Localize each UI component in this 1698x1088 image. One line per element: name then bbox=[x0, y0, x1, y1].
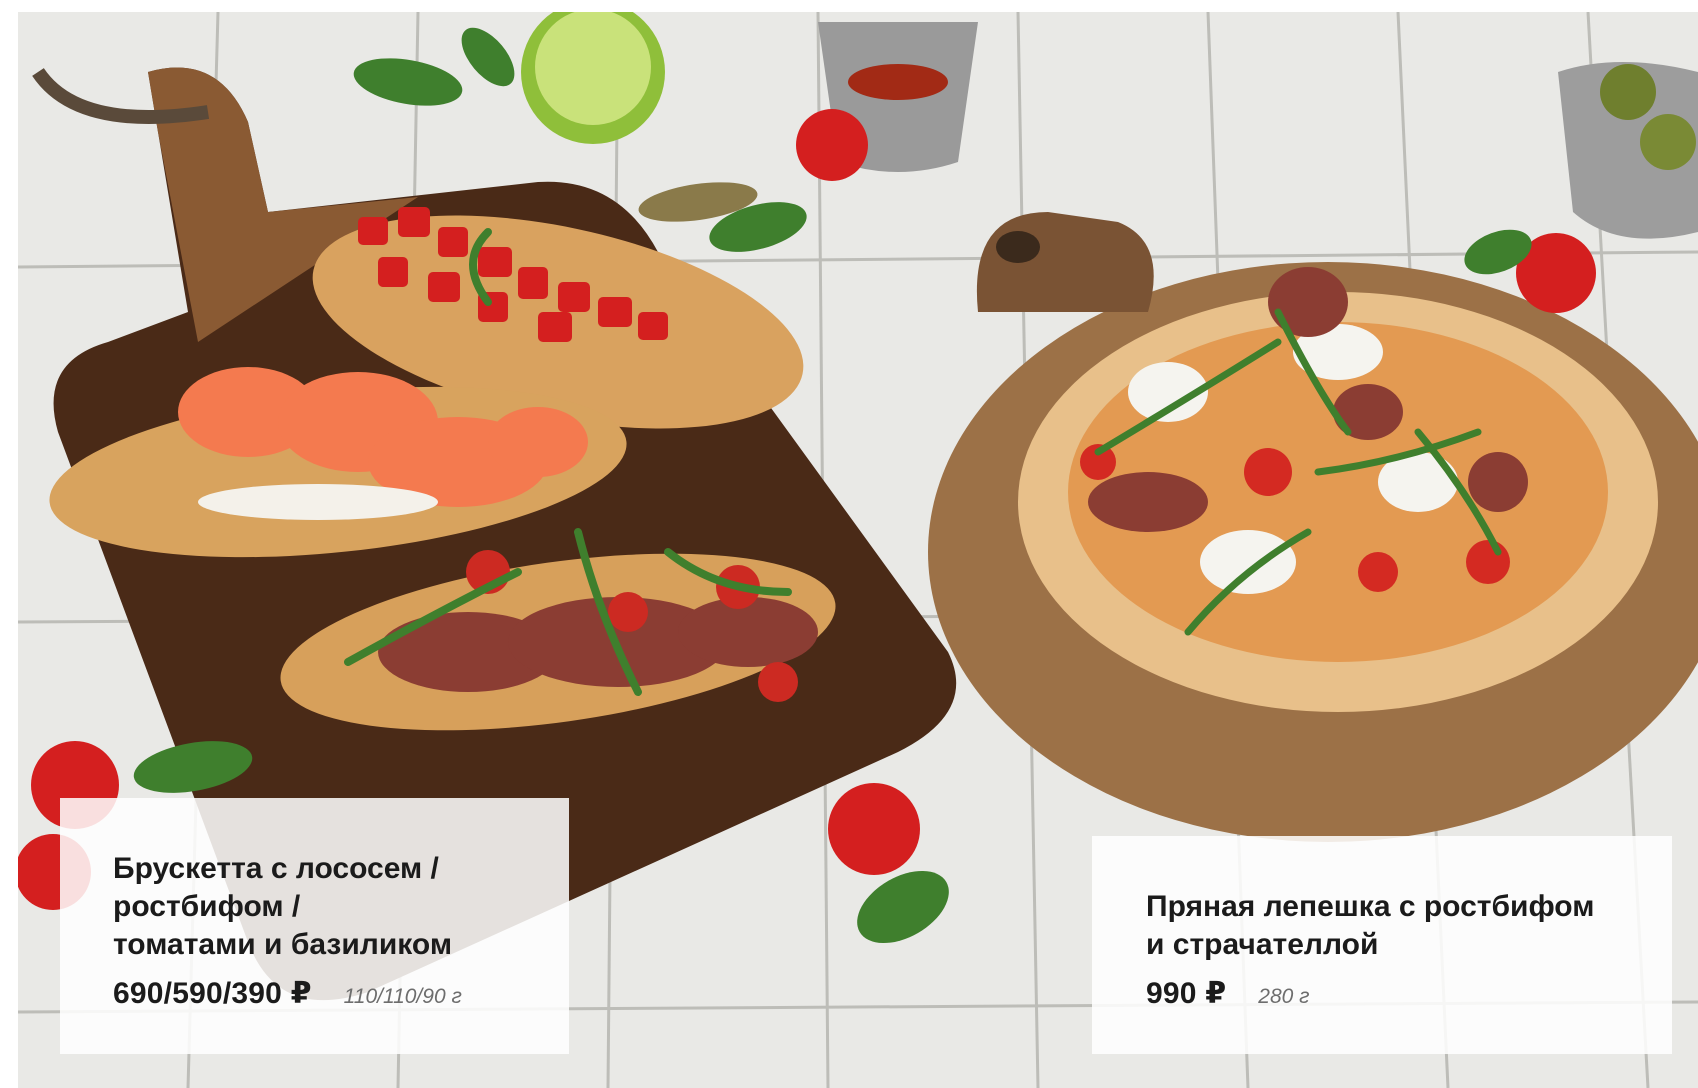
price-row: 990 ₽ 280 г bbox=[1146, 976, 1652, 1011]
dish-weight: 110/110/90 г bbox=[343, 985, 462, 1008]
dish-price: 990 ₽ bbox=[1146, 977, 1227, 1010]
dish-weight: 280 г bbox=[1258, 985, 1310, 1008]
dish-card-bruschetta[interactable]: Брускетта с лососем / ростбифом / томата… bbox=[60, 798, 569, 1054]
dish-card-flatbread[interactable]: Пряная лепешка с ростбифом и страчателло… bbox=[1092, 836, 1672, 1054]
price-row: 690/590/390 ₽ 110/110/90 г bbox=[113, 976, 549, 1011]
dish-title: Пряная лепешка с ростбифом и страчателло… bbox=[1146, 890, 1595, 961]
dish-title: Брускетта с лососем / ростбифом / томата… bbox=[113, 852, 453, 961]
dish-price: 690/590/390 ₽ bbox=[113, 977, 312, 1010]
